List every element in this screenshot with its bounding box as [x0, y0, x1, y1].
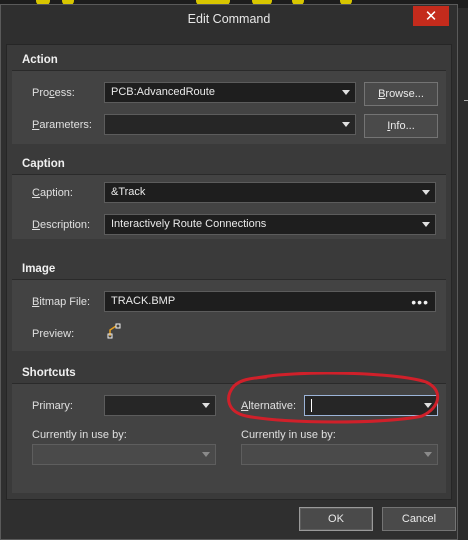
info-button[interactable]: Info...	[364, 114, 438, 138]
chevron-down-icon	[202, 403, 210, 408]
alternative-label: Alternative:	[241, 400, 297, 412]
chevron-down-icon	[422, 190, 430, 195]
image-header: Image	[12, 259, 446, 280]
ok-button[interactable]: OK	[299, 507, 373, 531]
primary-label: Primary:	[32, 400, 73, 412]
in-use-dropdown-left	[32, 444, 216, 465]
preview-label: Preview:	[32, 328, 75, 340]
process-value: PCB:AdvancedRoute	[111, 86, 215, 98]
chevron-down-icon	[422, 222, 430, 227]
shortcuts-section: Shortcuts Primary: Alternative: Currentl…	[12, 363, 446, 493]
caption-header: Caption	[12, 154, 446, 175]
description-label: Description:	[32, 219, 91, 231]
alternative-shortcut-dropdown[interactable]	[304, 395, 438, 416]
image-section: Image Bitmap File: TRACK.BMP ••• Preview…	[12, 259, 446, 351]
bitmap-file-value: TRACK.BMP	[111, 295, 176, 307]
description-value: Interactively Route Connections	[111, 218, 267, 230]
track-route-icon	[107, 323, 121, 339]
background-edge-mark	[464, 100, 468, 101]
text-cursor	[311, 398, 312, 412]
chevron-down-icon	[342, 90, 350, 95]
dialog-title: Edit Command	[187, 12, 271, 26]
in-use-label-right: Currently in use by:	[241, 429, 336, 441]
parameters-dropdown[interactable]	[104, 114, 356, 135]
dialog-titlebar[interactable]: Edit Command ✕	[1, 5, 457, 31]
bitmap-file-label: Bitmap File:	[32, 296, 91, 308]
close-icon: ✕	[424, 7, 438, 25]
caption-label: Caption:	[32, 187, 73, 199]
primary-shortcut-dropdown[interactable]	[104, 395, 216, 416]
close-button[interactable]: ✕	[413, 6, 449, 26]
chevron-down-icon	[424, 452, 432, 457]
process-dropdown[interactable]: PCB:AdvancedRoute	[104, 82, 356, 103]
shortcuts-header: Shortcuts	[12, 363, 446, 384]
in-use-dropdown-right	[241, 444, 438, 465]
chevron-down-icon	[424, 403, 432, 408]
chevron-down-icon	[342, 122, 350, 127]
bitmap-file-field[interactable]: TRACK.BMP •••	[104, 291, 436, 312]
caption-value: &Track	[111, 186, 146, 198]
caption-section: Caption Caption: &Track Description: Int…	[12, 154, 446, 239]
chevron-down-icon	[202, 452, 210, 457]
description-dropdown[interactable]: Interactively Route Connections	[104, 214, 436, 235]
browse-button[interactable]: Browse...	[364, 82, 438, 106]
parameters-label: Parameters:	[32, 119, 92, 131]
in-use-label-left: Currently in use by:	[32, 429, 127, 441]
caption-dropdown[interactable]: &Track	[104, 182, 436, 203]
action-header: Action	[12, 50, 446, 71]
dialog-content: Action Process: PCB:AdvancedRoute Browse…	[6, 44, 452, 500]
cancel-button[interactable]: Cancel	[382, 507, 456, 531]
process-label: Process:	[32, 87, 75, 99]
browse-ellipsis-button[interactable]: •••	[411, 293, 429, 312]
action-section: Action Process: PCB:AdvancedRoute Browse…	[12, 50, 446, 144]
edit-command-dialog: Edit Command ✕ Action Process: PCB:Advan…	[0, 4, 458, 540]
